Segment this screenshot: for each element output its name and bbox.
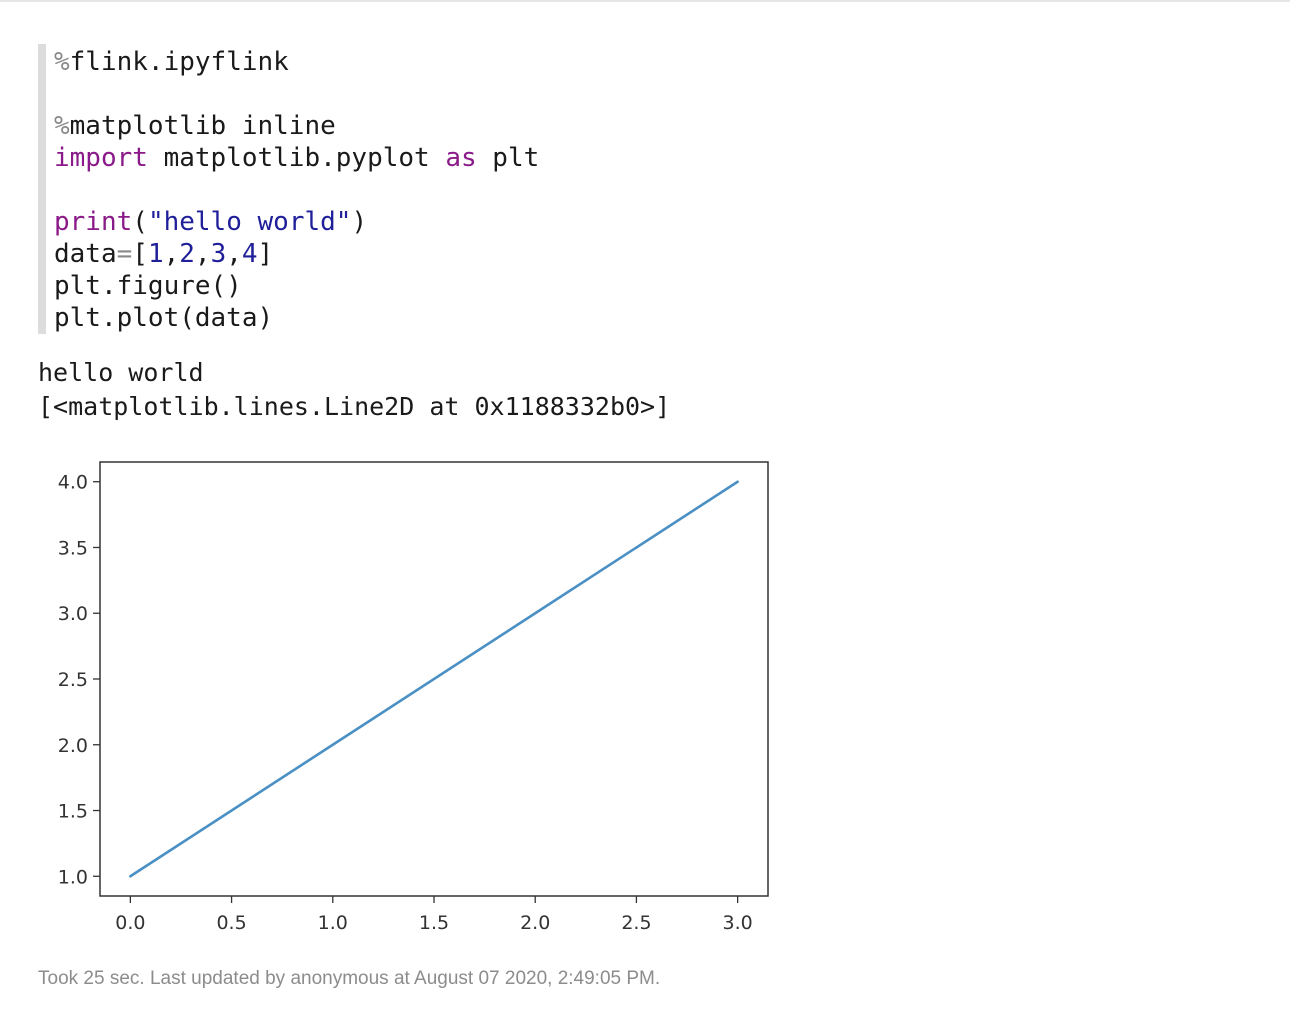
- code-token: data: [54, 239, 117, 269]
- code-line: data=[1,2,3,4]: [54, 238, 273, 270]
- code-token: matplotlib inline: [69, 111, 336, 141]
- code-token: 3: [210, 239, 227, 269]
- code-token: "hello world": [147, 207, 352, 237]
- paragraph-footer-status: Took 25 sec. Last updated by anonymous a…: [38, 968, 661, 989]
- y-tick-label: 3.0: [58, 603, 88, 625]
- y-tick-label: 2.5: [58, 669, 88, 691]
- code-token: plt.figure(): [54, 271, 242, 301]
- x-tick-label: 2.5: [621, 912, 651, 934]
- x-tick-label: 1.0: [318, 912, 348, 934]
- output-repr: [<matplotlib.lines.Line2D at 0x1188332b0…: [38, 392, 671, 421]
- code-token: ): [351, 207, 368, 237]
- code-token: print: [54, 207, 133, 237]
- code-token: %: [54, 111, 70, 141]
- notebook-paragraph: %flink.ipyflink %matplotlib inline import …: [0, 0, 1290, 1012]
- y-tick-label: 4.0: [58, 472, 88, 494]
- x-tick-label: 1.5: [419, 912, 449, 934]
- code-token: %: [54, 47, 70, 77]
- code-token: 1: [147, 239, 164, 269]
- code-token: [: [132, 239, 148, 269]
- line-chart: 0.0 0.5 1.0 1.5 2.0 2.5 3.0 1.0 1.5 2.0 2.5 3.0 3.5 4…: [58, 461, 769, 934]
- x-tick-label: 0.0: [115, 912, 145, 934]
- x-tick-label: 3.0: [723, 912, 753, 934]
- y-tick-label: 1.0: [58, 866, 88, 888]
- code-token: ,: [226, 239, 242, 269]
- code-line: plt.plot(data): [54, 302, 273, 334]
- code-token: flink.ipyflink: [69, 47, 289, 77]
- x-tick-label: 0.5: [216, 912, 246, 934]
- code-token: (: [132, 207, 148, 237]
- code-line: %matplotlib inline: [54, 110, 336, 142]
- code-token: matplotlib.pyplot: [147, 143, 446, 173]
- y-tick-label: 3.5: [58, 537, 88, 559]
- plot-output: 0.0 0.5 1.0 1.5 2.0 2.5 3.0 1.0 1.5 2.0 2.5 3.0 3.5 4…: [38, 450, 778, 950]
- output-stdout: hello world: [38, 358, 204, 387]
- code-token: import: [54, 143, 148, 173]
- code-editor[interactable]: %flink.ipyflink %matplotlib inline import …: [38, 44, 758, 334]
- code-line: plt.figure(): [54, 270, 242, 302]
- code-token: =: [116, 239, 133, 269]
- code-token: ]: [257, 239, 274, 269]
- code-token: 4: [241, 239, 258, 269]
- code-token: as: [445, 143, 477, 173]
- y-tick-label: 1.5: [58, 801, 88, 823]
- code-token: plt: [476, 143, 540, 173]
- x-tick-label: 2.0: [520, 912, 550, 934]
- code-line: %flink.ipyflink: [54, 46, 289, 78]
- code-line: import matplotlib.pyplot as plt: [54, 142, 539, 174]
- code-token: plt.plot(data): [54, 303, 274, 333]
- code-token: ,: [194, 239, 211, 269]
- code-token: 2: [179, 239, 195, 269]
- code-token: ,: [163, 239, 180, 269]
- y-tick-label: 2.0: [58, 735, 88, 757]
- code-line: print("hello world"): [54, 206, 367, 238]
